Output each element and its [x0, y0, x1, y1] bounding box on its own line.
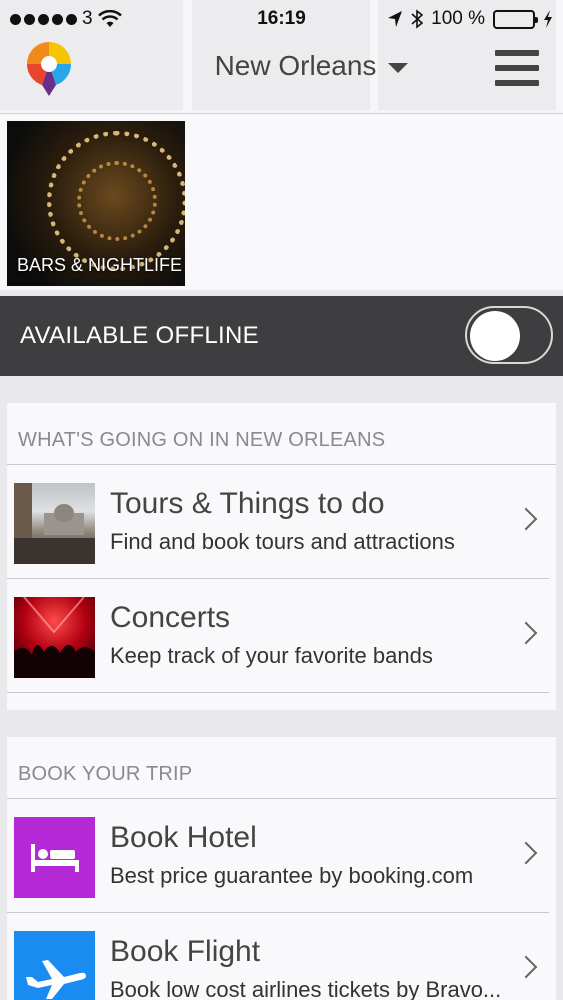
chevron-right-icon — [514, 621, 538, 645]
chevron-right-icon — [514, 507, 538, 531]
item-subtitle: Find and book tours and attractions — [110, 529, 455, 554]
offline-label: AVAILABLE OFFLINE — [20, 322, 259, 349]
city-name: New Orleans — [214, 50, 377, 81]
whats-going-on-card: WHAT'S GOING ON IN NEW ORLEANS Tours & T… — [7, 403, 556, 710]
city-selector[interactable]: New Orleans — [0, 50, 563, 82]
caret-down-icon — [388, 62, 409, 73]
category-label: BARS & NIGHTLIFE — [17, 255, 183, 275]
divider — [7, 692, 549, 693]
hamburger-menu-icon[interactable] — [495, 50, 539, 88]
section-title: WHAT'S GOING ON IN NEW ORLEANS — [7, 403, 556, 465]
list-item-book-flight[interactable]: Book Flight Book low cost airlines ticke… — [7, 913, 556, 1000]
offline-toggle[interactable] — [465, 306, 553, 364]
book-trip-card: BOOK YOUR TRIP Book Hotel Best price gua… — [7, 737, 556, 1000]
crowd-image — [14, 597, 95, 678]
app-header: 3 16:19 100 % New Orleans — [0, 0, 563, 114]
item-title: Book Flight — [110, 935, 261, 968]
list-item-concerts[interactable]: Concerts Keep track of your favorite ban… — [7, 579, 556, 693]
basilica-image — [14, 483, 95, 564]
hotel-thumbnail — [14, 817, 95, 898]
item-subtitle: Keep track of your favorite bands — [110, 643, 433, 668]
item-subtitle: Best price guarantee by booking.com — [110, 863, 474, 888]
tile-photo-detail — [77, 161, 157, 241]
flight-thumbnail — [14, 931, 95, 1000]
tours-thumbnail — [14, 483, 95, 564]
bed-icon — [31, 844, 79, 872]
category-tile-bars-nightlife[interactable]: BARS & NIGHTLIFE — [7, 121, 185, 286]
location-arrow-icon — [388, 11, 403, 27]
status-bar: 3 16:19 100 % — [0, 0, 563, 36]
section-title: BOOK YOUR TRIP — [7, 737, 556, 799]
charging-bolt-icon — [544, 10, 552, 28]
item-title: Tours & Things to do — [110, 487, 385, 520]
item-title: Book Hotel — [110, 821, 257, 854]
battery-percent: 100 % — [431, 8, 485, 29]
toggle-knob — [470, 311, 520, 361]
offline-bar: AVAILABLE OFFLINE — [0, 296, 563, 376]
item-subtitle: Book low cost airlines tickets by Bravo.… — [110, 977, 502, 1000]
bluetooth-icon — [411, 9, 424, 29]
category-grid: BARS & NIGHTLIFE — [0, 114, 563, 290]
list-item-book-hotel[interactable]: Book Hotel Best price guarantee by booki… — [7, 799, 556, 913]
item-title: Concerts — [110, 601, 231, 634]
battery-icon — [493, 9, 538, 29]
chevron-right-icon — [514, 841, 538, 865]
concerts-thumbnail — [14, 597, 95, 678]
airplane-icon — [26, 960, 86, 999]
list-item-tours[interactable]: Tours & Things to do Find and book tours… — [7, 465, 556, 579]
chevron-right-icon — [514, 955, 538, 979]
